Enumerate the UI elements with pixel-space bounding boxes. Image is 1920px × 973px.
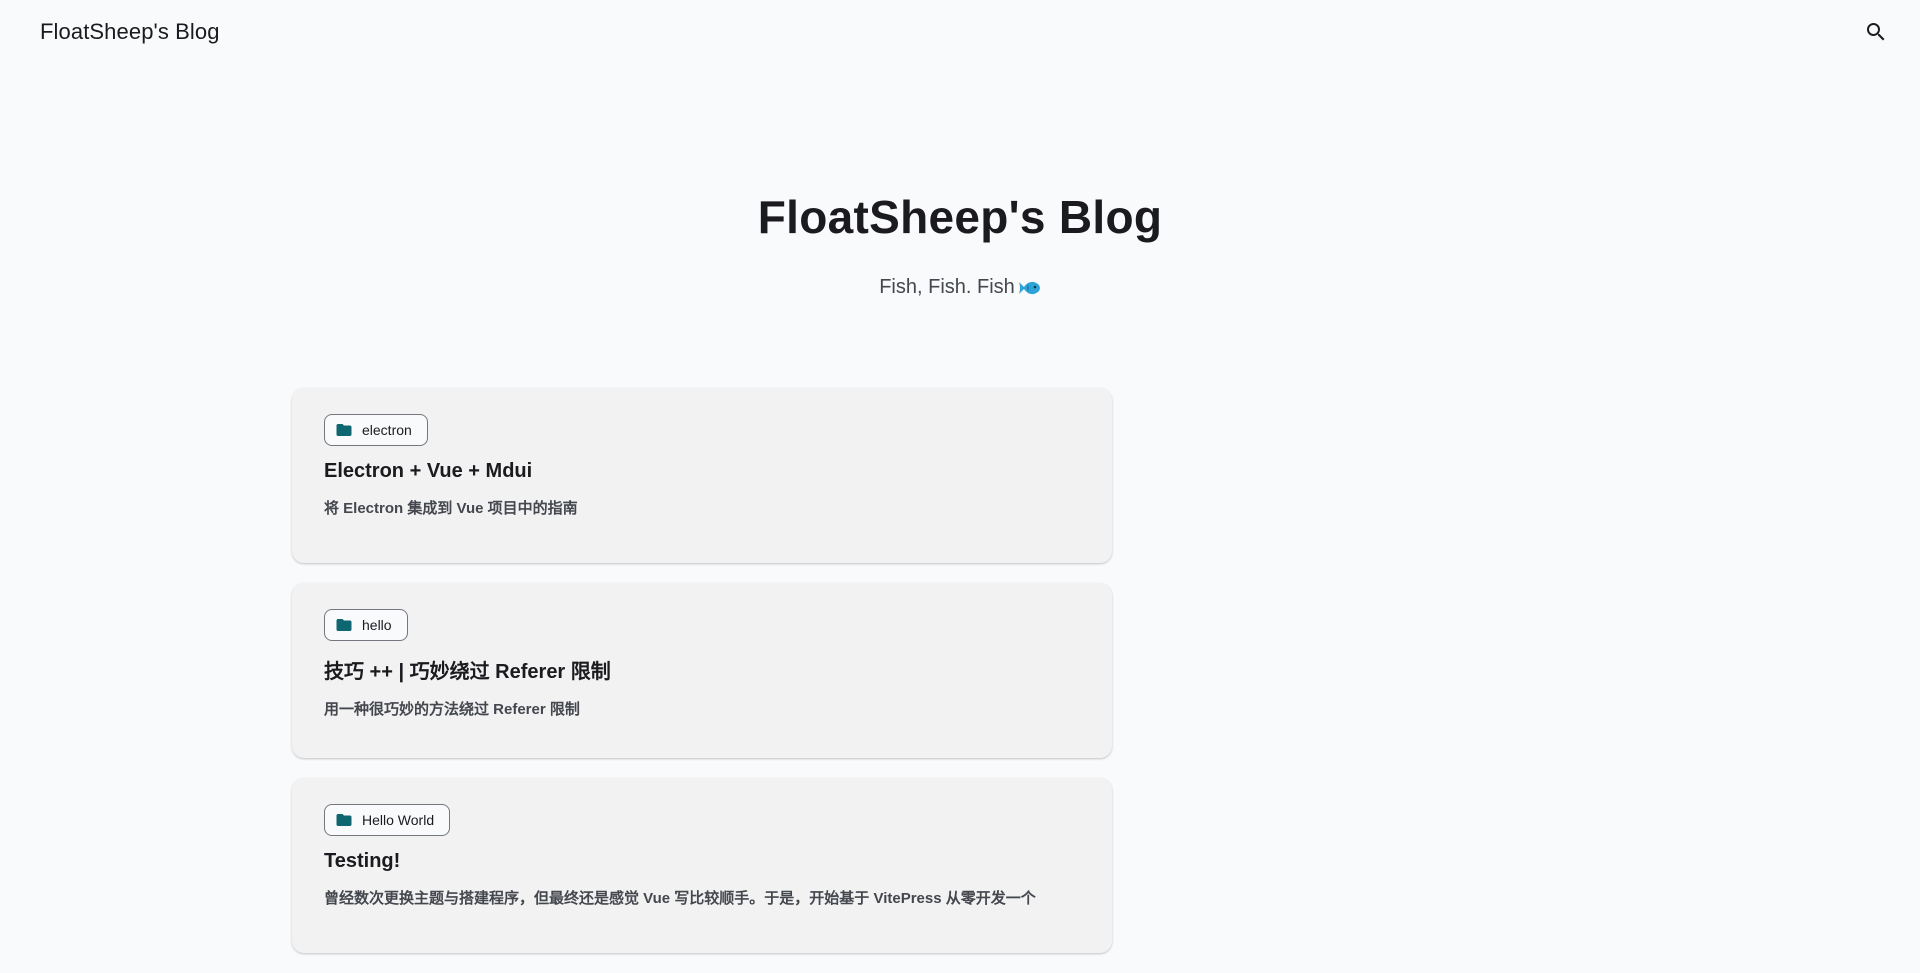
post-description: 曾经数次更换主题与搭建程序，但最终还是感觉 Vue 写比较顺手。于是，开始基于 … [324, 890, 1036, 907]
hero-subtitle-text: Fish, Fish. Fish [879, 276, 1015, 298]
hero-section: FloatSheep's Blog Fish, Fish. Fish [0, 190, 1920, 299]
category-chip[interactable]: hello [324, 609, 408, 641]
post-description: 将 Electron 集成到 Vue 项目中的指南 [324, 500, 578, 517]
post-title[interactable]: Electron + Vue + Mdui [324, 460, 1080, 483]
hero-title: FloatSheep's Blog [757, 191, 1163, 243]
fish-icon [1017, 278, 1041, 298]
post-card[interactable]: Hello World Testing! 曾经数次更换主题与搭建程序，但最终还是… [292, 778, 1112, 953]
post-title[interactable]: Testing! [324, 850, 1080, 873]
hero-subtitle: Fish, Fish. Fish [879, 276, 1041, 299]
post-list: electron Electron + Vue + Mdui 将 Electro… [292, 388, 1112, 973]
category-label: electron [362, 422, 412, 438]
search-button[interactable] [1856, 12, 1896, 52]
post-description: 用一种很巧妙的方法绕过 Referer 限制 [324, 701, 580, 718]
category-label: Hello World [362, 812, 435, 828]
folder-icon [335, 616, 353, 634]
post-card[interactable]: electron Electron + Vue + Mdui 将 Electro… [292, 388, 1112, 563]
folder-icon [335, 811, 353, 829]
category-chip[interactable]: Hello World [324, 804, 451, 836]
search-icon [1864, 20, 1888, 44]
post-card[interactable]: hello 技巧 ++ | 巧妙绕过 Referer 限制 用一种很巧妙的方法绕… [292, 583, 1112, 758]
top-app-bar: FloatSheep's Blog [0, 0, 1920, 64]
category-chip[interactable]: electron [324, 414, 428, 446]
post-title[interactable]: 技巧 ++ | 巧妙绕过 Referer 限制 [324, 655, 1080, 684]
category-label: hello [362, 617, 392, 633]
site-title[interactable]: FloatSheep's Blog [40, 19, 220, 45]
folder-icon [335, 421, 353, 439]
